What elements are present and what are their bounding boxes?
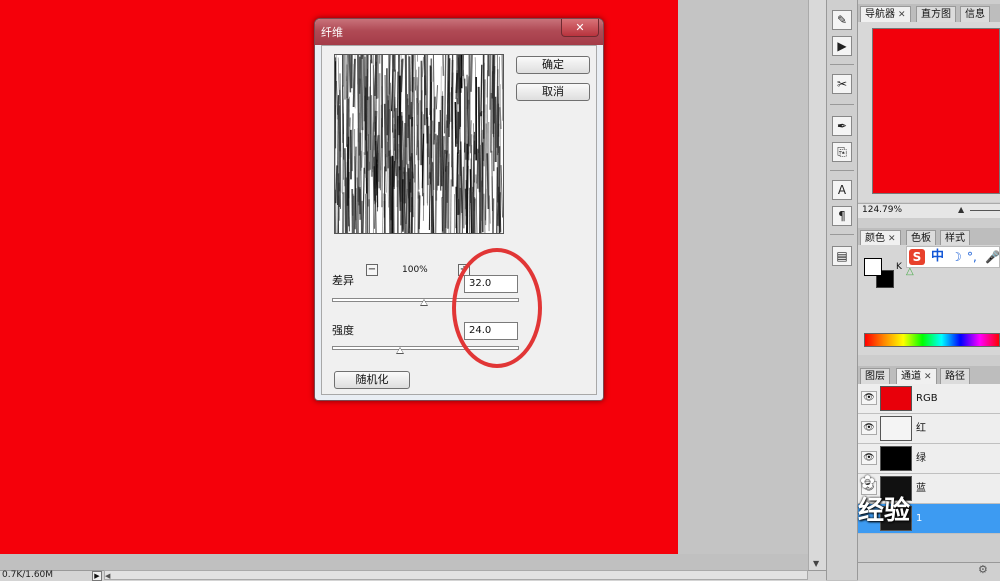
- tool-preset-icon[interactable]: ✂: [832, 74, 852, 94]
- navigator-zoom-value[interactable]: 124.79%: [862, 203, 902, 217]
- navigator-tabs: 导航器✕ 直方图 信息: [858, 4, 1000, 23]
- color-spectrum-bar[interactable]: [864, 333, 1000, 347]
- punctuation-icon[interactable]: °,: [967, 249, 977, 265]
- paragraph-icon[interactable]: ¶: [832, 206, 852, 226]
- close-icon[interactable]: ✕: [888, 234, 896, 244]
- sogou-logo-icon[interactable]: S: [909, 249, 925, 265]
- microphone-icon[interactable]: 🎤: [985, 249, 1000, 265]
- cancel-button[interactable]: 取消: [516, 83, 590, 101]
- navigator-preview[interactable]: [872, 28, 1000, 194]
- tab-label: 直方图: [921, 9, 951, 20]
- divider: [830, 170, 854, 171]
- variance-label: 差异: [332, 272, 354, 288]
- tab-label: 色板: [911, 233, 931, 244]
- horizontal-scrollbar[interactable]: ◀: [104, 570, 808, 580]
- vertical-scrollbar[interactable]: ▼: [808, 0, 827, 570]
- dialog-title: 纤维: [321, 24, 343, 40]
- dialog-body: − 100% + 确定 取消 差异 32.0 强度 24.0 随机化: [321, 45, 597, 395]
- channel-name: 蓝: [916, 474, 926, 504]
- channel-name: 绿: [916, 444, 926, 474]
- watermark-text: 经验: [858, 496, 910, 526]
- tab-paths[interactable]: 路径: [940, 368, 970, 384]
- close-icon[interactable]: ✕: [924, 372, 932, 382]
- tab-styles[interactable]: 样式: [940, 230, 970, 246]
- channel-name: 红: [916, 414, 926, 444]
- tab-layers[interactable]: 图层: [860, 368, 890, 384]
- fibers-dialog: 纤维 ✕ − 100% + 确定 取消 差异 32.0 强度 24.0 随机化: [314, 18, 604, 401]
- channel-row-green[interactable]: 👁 绿: [858, 444, 1000, 474]
- brush-icon[interactable]: ✒: [832, 116, 852, 136]
- character-icon[interactable]: A: [832, 180, 852, 200]
- doc-info: 0.7K/1.60M: [2, 570, 53, 580]
- channel-row-rgb[interactable]: 👁 RGB: [858, 384, 1000, 414]
- layer-comps-icon[interactable]: ▤: [832, 246, 852, 266]
- scroll-left-icon[interactable]: ◀: [105, 573, 110, 579]
- pasteboard: [678, 0, 826, 554]
- clone-source-icon[interactable]: ⎘: [832, 142, 852, 162]
- divider: [830, 64, 854, 65]
- divider: [830, 104, 854, 105]
- visibility-eye-icon[interactable]: 👁: [861, 451, 877, 465]
- action-play-icon[interactable]: ▶: [832, 36, 852, 56]
- strength-slider-thumb[interactable]: [396, 347, 404, 354]
- zoom-out-icon[interactable]: ▲: [958, 205, 964, 214]
- channel-thumbnail: [880, 446, 912, 471]
- zoom-out-button[interactable]: −: [366, 264, 378, 276]
- channel-name: RGB: [916, 384, 938, 414]
- channel-thumbnail: [880, 416, 912, 441]
- tab-label: 路径: [945, 371, 965, 382]
- tab-color[interactable]: 颜色✕: [860, 230, 901, 246]
- tab-label: 通道: [901, 371, 921, 382]
- tab-label: 图层: [865, 371, 885, 382]
- tab-label: 信息: [965, 9, 985, 20]
- tab-label: 样式: [945, 233, 965, 244]
- ime-language-toggle[interactable]: 中: [931, 249, 944, 265]
- tab-histogram[interactable]: 直方图: [916, 6, 956, 22]
- channel-name: 1: [916, 504, 922, 534]
- annotation-circle: [452, 248, 542, 368]
- close-icon[interactable]: ✕: [898, 10, 906, 20]
- strength-label: 强度: [332, 322, 354, 338]
- watermark-paw-icon: ✿: [860, 472, 875, 493]
- tab-label: 导航器: [865, 9, 895, 20]
- tab-info[interactable]: 信息: [960, 6, 990, 22]
- panel-icon-strip: ✎ ▶ ✂ ✒ ⎘ A ¶ ▤: [826, 0, 858, 580]
- moon-icon[interactable]: ☽: [951, 249, 962, 265]
- filter-preview[interactable]: [334, 54, 504, 234]
- tab-navigator[interactable]: 导航器✕: [860, 6, 911, 22]
- visibility-eye-icon[interactable]: 👁: [861, 391, 877, 405]
- close-button[interactable]: ✕: [561, 19, 599, 37]
- foreground-color-swatch[interactable]: [864, 258, 882, 276]
- settings-icon[interactable]: ⚙: [978, 563, 988, 576]
- right-panel-dock: 导航器✕ 直方图 信息 124.79% ▲ 颜色✕ 色板 样式 K △ S 中 …: [858, 0, 1000, 580]
- variance-slider-thumb[interactable]: [420, 299, 428, 306]
- color-k-label: K: [896, 262, 902, 272]
- tab-swatches[interactable]: 色板: [906, 230, 936, 246]
- layers-tabs: 图层 通道✕ 路径: [858, 366, 1000, 385]
- tab-channels[interactable]: 通道✕: [896, 368, 937, 384]
- ime-toolbar[interactable]: S 中 ☽ °, 🎤: [906, 246, 1000, 268]
- channel-row-red[interactable]: 👁 红: [858, 414, 1000, 444]
- dialog-title-bar[interactable]: 纤维 ✕: [315, 19, 603, 45]
- zoom-slider[interactable]: [970, 210, 1000, 211]
- preview-zoom-value: 100%: [402, 264, 428, 276]
- ok-button[interactable]: 确定: [516, 56, 590, 74]
- tab-label: 颜色: [865, 233, 885, 244]
- scroll-down-icon[interactable]: ▼: [813, 559, 819, 568]
- channel-thumbnail: [880, 386, 912, 411]
- visibility-eye-icon[interactable]: 👁: [861, 421, 877, 435]
- fiber-texture: [335, 55, 503, 233]
- history-brush-icon[interactable]: ✎: [832, 10, 852, 30]
- divider: [830, 234, 854, 235]
- randomize-button[interactable]: 随机化: [334, 371, 410, 389]
